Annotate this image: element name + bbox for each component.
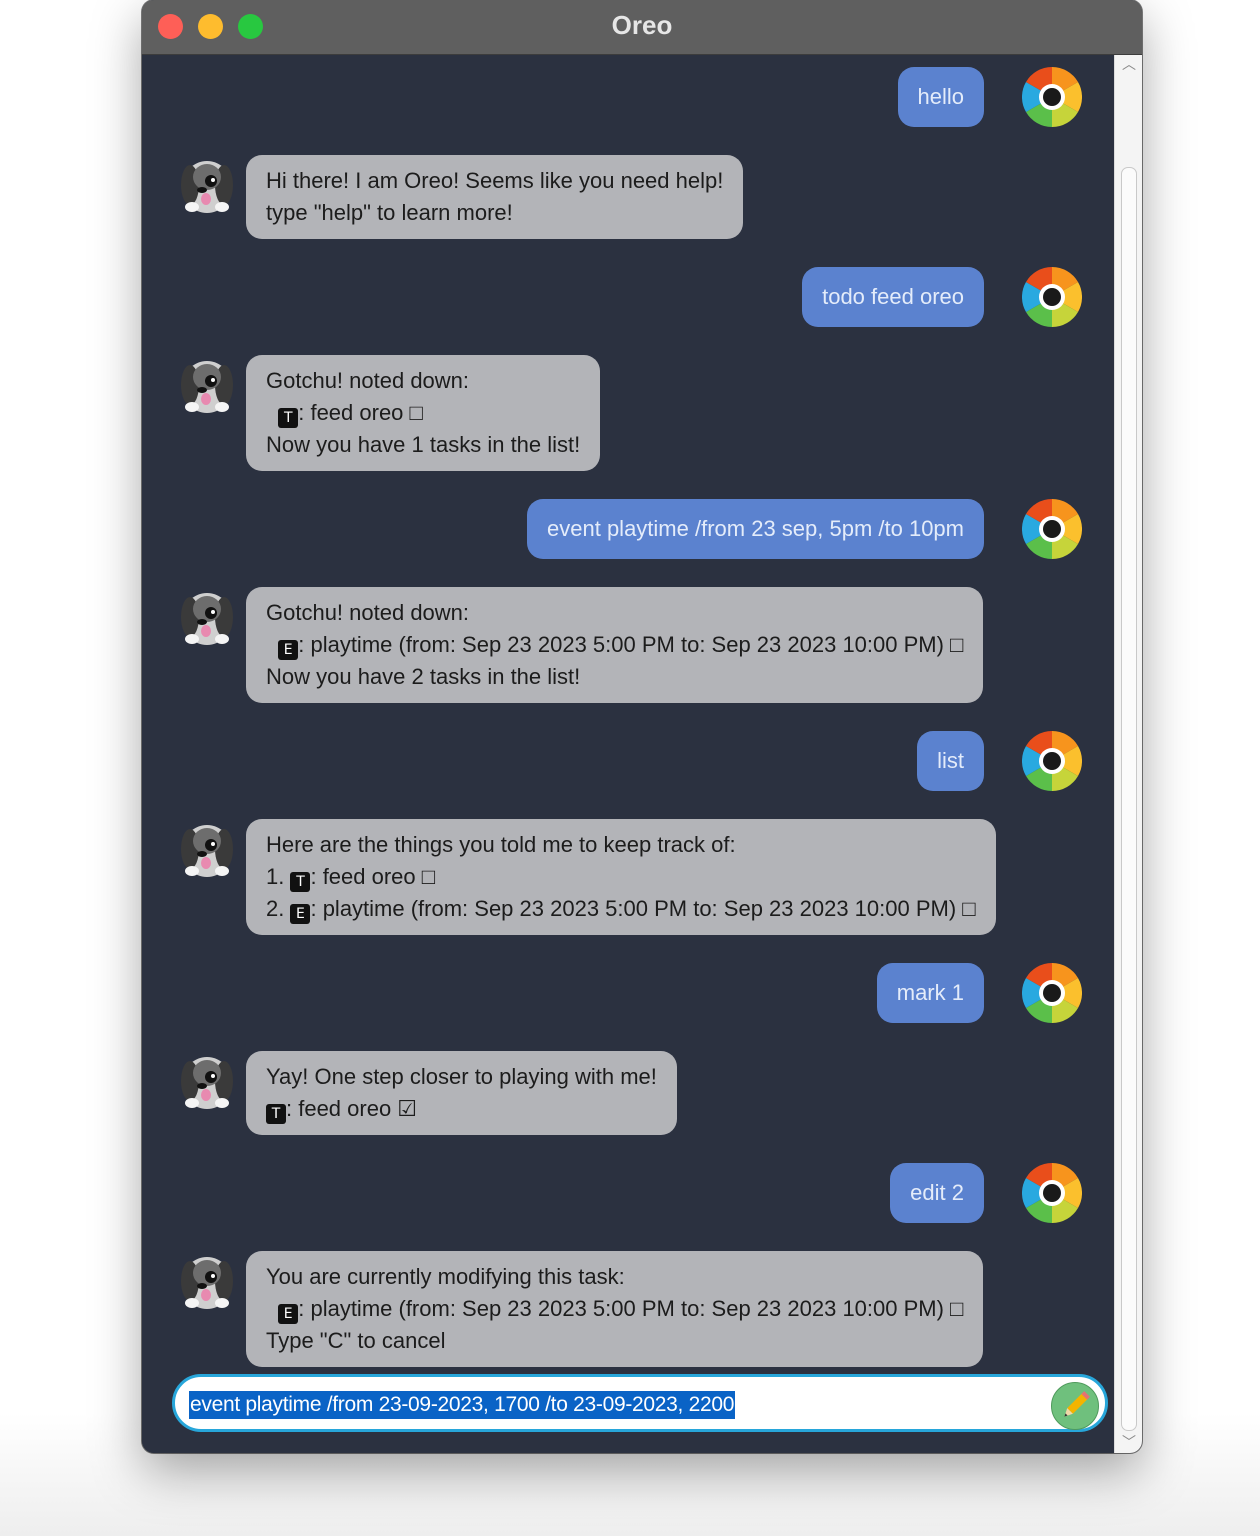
bot-message-line: T: feed oreo ☑ — [266, 1093, 657, 1125]
user-message: edit 2 — [890, 1163, 984, 1223]
chat-area: hello Hi there! I am Oreo! Seems like yo… — [142, 55, 1114, 1453]
ring-avatar-icon — [1022, 499, 1082, 559]
bot-message: Here are the things you told me to keep … — [246, 819, 996, 935]
event-tag-icon: E — [278, 1304, 299, 1324]
bot-message-line: Hi there! I am Oreo! Seems like you need… — [266, 168, 724, 193]
bot-message-line: E: playtime (from: Sep 23 2023 5:00 PM t… — [266, 629, 963, 661]
user-message: list — [917, 731, 984, 791]
dog-avatar-icon — [178, 355, 236, 415]
message-input-value[interactable]: event playtime /from 23-09-2023, 1700 /t… — [189, 1391, 736, 1419]
bot-message-line: Gotchu! noted down: — [266, 600, 470, 625]
chat-scrollbar[interactable]: ︿ ﹀ — [1114, 55, 1142, 1453]
bot-message-line: 1. T: feed oreo □ — [266, 864, 436, 892]
bot-message-line: Here are the things you told me to keep … — [266, 832, 736, 857]
ring-avatar-icon — [1022, 731, 1082, 791]
todo-tag-icon: T — [290, 872, 311, 892]
window-title: Oreo — [611, 10, 673, 40]
todo-tag-icon: T — [278, 408, 299, 428]
bot-message: Yay! One step closer to playing with me!… — [246, 1051, 677, 1135]
pencil-icon — [1064, 1391, 1090, 1417]
user-message: hello — [897, 67, 984, 127]
bot-message: You are currently modifying this task: E… — [246, 1251, 984, 1367]
dog-avatar-icon — [178, 1051, 236, 1111]
bot-message-line: Yay! One step closer to playing with me! — [266, 1064, 657, 1089]
bot-message-line: Now you have 2 tasks in the list! — [266, 664, 581, 689]
bot-message-line: 2. E: playtime (from: Sep 23 2023 5:00 P… — [266, 896, 976, 924]
dog-avatar-icon — [178, 155, 236, 215]
user-message-text: todo feed oreo — [822, 284, 964, 309]
user-message: mark 1 — [876, 963, 984, 1023]
ring-avatar-icon — [1022, 1163, 1082, 1223]
user-message-text: list — [937, 748, 964, 773]
bot-message-line: E: playtime (from: Sep 23 2023 5:00 PM t… — [266, 1293, 963, 1325]
user-message: todo feed oreo — [802, 267, 984, 327]
dog-avatar-icon — [178, 1251, 236, 1311]
ring-avatar-icon — [1022, 267, 1082, 327]
user-message-text: mark 1 — [896, 980, 964, 1005]
bot-message-line: T: feed oreo □ — [266, 397, 580, 429]
bot-message-line: type "help" to learn more! — [266, 200, 513, 225]
dog-avatar-icon — [178, 819, 236, 879]
event-tag-icon: E — [290, 904, 311, 924]
bot-message: Hi there! I am Oreo! Seems like you need… — [246, 155, 744, 239]
send-button[interactable] — [1051, 1382, 1099, 1430]
todo-tag-icon: T — [266, 1104, 286, 1124]
bot-message: Gotchu! noted down: E: playtime (from: S… — [246, 587, 984, 703]
app-window: Oreo hello Hi there! I am Oreo! Seems li… — [142, 0, 1142, 1453]
user-message-text: edit 2 — [910, 1180, 964, 1205]
user-message-text: event playtime /from 23 sep, 5pm /to 10p… — [547, 516, 964, 541]
scroll-up-icon[interactable]: ︿ — [1121, 58, 1137, 72]
ring-avatar-icon — [1022, 963, 1082, 1023]
user-message: event playtime /from 23 sep, 5pm /to 10p… — [527, 499, 984, 559]
bot-message-line: You are currently modifying this task: — [266, 1264, 625, 1289]
event-tag-icon: E — [278, 640, 299, 660]
bot-message-line: Type "C" to cancel — [266, 1328, 446, 1353]
bot-message-line: Now you have 1 tasks in the list! — [266, 432, 581, 457]
scroll-down-icon[interactable]: ﹀ — [1121, 1436, 1137, 1450]
bot-message: Gotchu! noted down: T: feed oreo □ Now y… — [246, 355, 601, 471]
ring-avatar-icon — [1022, 67, 1082, 127]
scrollbar-thumb[interactable] — [1121, 167, 1137, 1431]
title-bar: Oreo — [142, 0, 1142, 55]
user-message-text: hello — [917, 84, 964, 109]
dog-avatar-icon — [178, 587, 236, 647]
message-input[interactable]: event playtime /from 23-09-2023, 1700 /t… — [172, 1374, 1108, 1432]
bot-message-line: Gotchu! noted down: — [266, 368, 470, 393]
